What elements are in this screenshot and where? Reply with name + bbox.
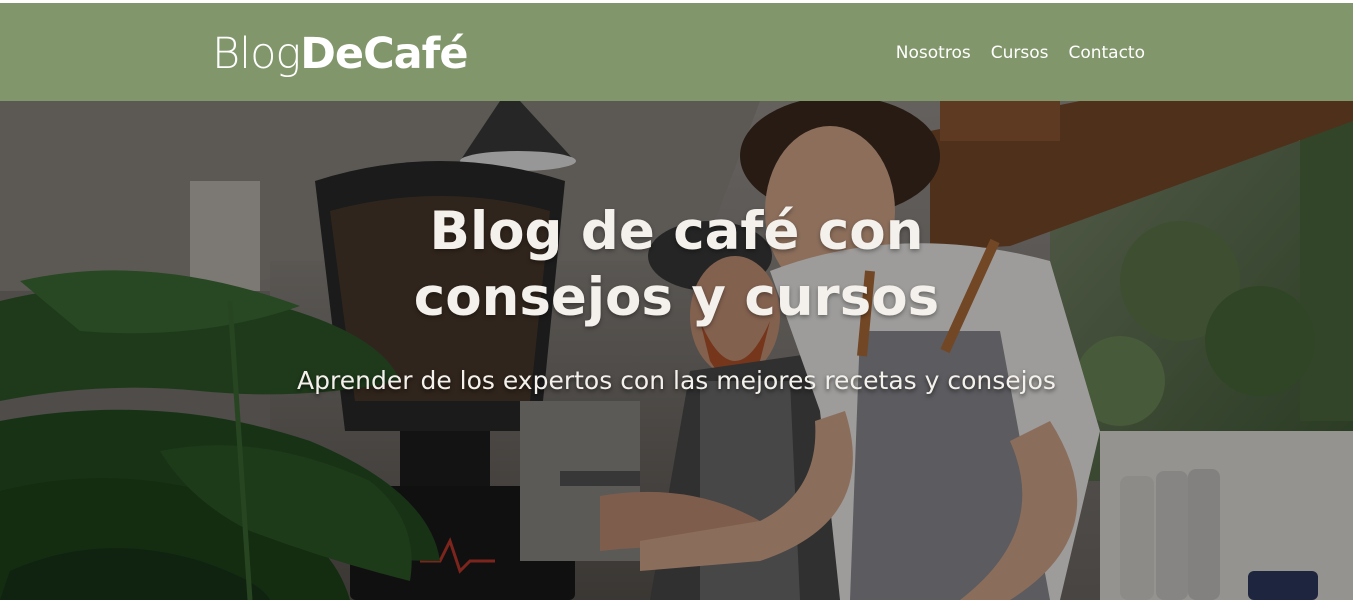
hero-subtitle: Aprender de los expertos con las mejores…: [297, 366, 1056, 395]
site-header: BlogDeCafé Nosotros Cursos Contacto: [0, 3, 1353, 101]
nav-link-contacto[interactable]: Contacto: [1068, 41, 1145, 65]
hero-title-line-2: consejos y cursos: [413, 267, 940, 328]
main-nav: Nosotros Cursos Contacto: [896, 41, 1145, 65]
hero-title-line-1: Blog de café con: [429, 201, 924, 262]
hero-title: Blog de café con consejos y cursos: [0, 199, 1353, 331]
logo-bold-text: DeCafé: [300, 29, 468, 79]
nav-link-nosotros[interactable]: Nosotros: [896, 41, 971, 65]
nav-link-cursos[interactable]: Cursos: [991, 41, 1049, 65]
logo-light-text: Blog: [212, 29, 301, 79]
hero-dark-overlay: [0, 101, 1353, 600]
hero-section: Blog de café con consejos y cursos Apren…: [0, 101, 1353, 600]
site-logo[interactable]: BlogDeCafé: [212, 29, 469, 79]
